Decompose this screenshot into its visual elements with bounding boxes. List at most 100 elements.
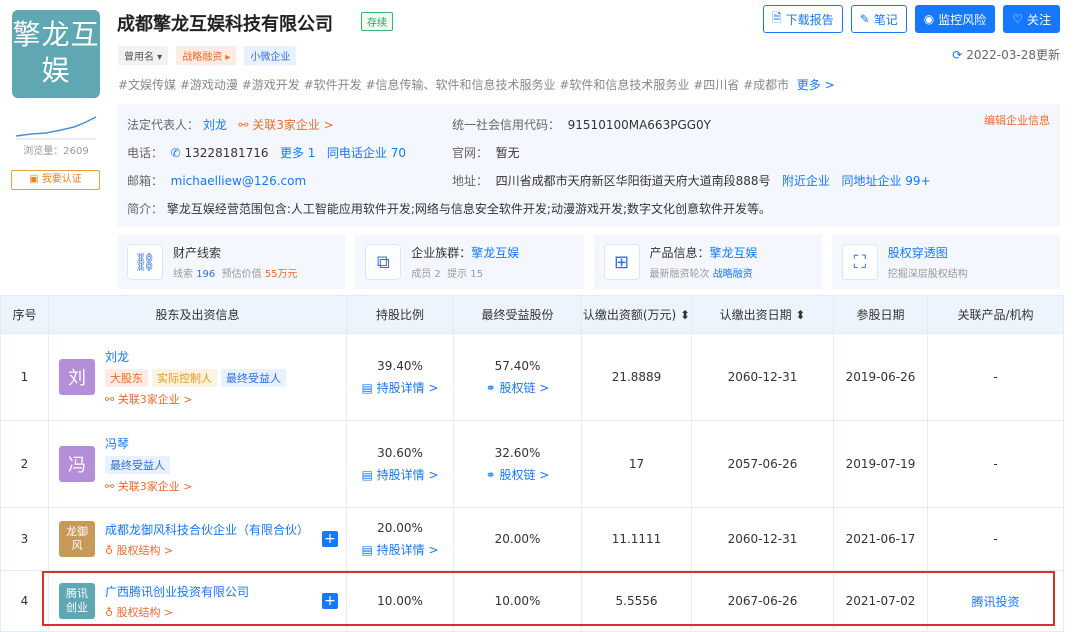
card-title-link[interactable]: 擎龙互娱 bbox=[710, 246, 758, 260]
equity-chain-link[interactable]: ⚭ 股权链 > bbox=[454, 466, 581, 483]
shareholder-name-link[interactable]: 冯琴 bbox=[105, 435, 192, 452]
follow-button[interactable]: ♡ 关注 bbox=[1003, 5, 1060, 33]
shareholder-name-link[interactable]: 刘龙 bbox=[105, 348, 286, 365]
edit-info-link[interactable]: 编辑企业信息 bbox=[984, 112, 1050, 128]
shareholder-sub-link[interactable]: ♁ 股权结构 > bbox=[105, 542, 309, 558]
refresh-icon[interactable]: ⟳ bbox=[952, 48, 962, 62]
industry-tags: #文娱传媒 #游戏动漫 #游戏开发 #软件开发 #信息传输、软件和信息技术服务业… bbox=[118, 76, 835, 93]
download-label: 下载报告 bbox=[785, 12, 834, 27]
card-sub: 预估价值 bbox=[221, 269, 262, 280]
card-title-link[interactable]: 擎龙互娱 bbox=[471, 246, 519, 260]
legal-rep-related-link[interactable]: ⚯ 关联3家企业 > bbox=[238, 118, 333, 132]
card-product-info[interactable]: ⊞ 产品信息：擎龙互娱 最新融资轮次 战略融资 bbox=[593, 235, 822, 289]
card-sub: 挖掘深层股权结构 bbox=[887, 269, 968, 280]
shareholder-tag: 实际控制人 bbox=[152, 368, 217, 387]
legal-rep-label: 法定代表人： bbox=[127, 118, 200, 132]
ratio-value: 20.00% bbox=[377, 520, 423, 535]
ratio-value: 39.40% bbox=[377, 358, 423, 373]
same-phone-link[interactable]: 同电话企业 70 bbox=[327, 146, 406, 160]
phone-row: 电话： ✆ 13228181716 更多 1 同电话企业 70 bbox=[127, 144, 406, 161]
card-sub: 最新融资轮次 bbox=[649, 269, 710, 280]
shareholder-tag: 最终受益人 bbox=[221, 368, 286, 387]
col-header: 关联产品/机构 bbox=[927, 295, 1064, 334]
card-sub: 提示 15 bbox=[447, 269, 484, 280]
address-row: 地址： 四川省成都市天府新区华阳街道天府大道南段888号 附近企业 同地址企业 … bbox=[452, 172, 931, 189]
shareholder-cell: 腾讯 创业 广西腾讯创业投资有限公司 ♁ 股权结构 > + bbox=[48, 570, 347, 632]
subscribe-date-cell: 2060-12-31 bbox=[691, 507, 834, 571]
row-number: 2 bbox=[0, 420, 49, 508]
holding-detail-link[interactable]: ▤ 持股详情 > bbox=[347, 541, 453, 558]
phone-value: 13228181716 bbox=[184, 146, 269, 160]
network-icon: ⧉ bbox=[365, 244, 402, 280]
industry-more-link[interactable]: 更多 > bbox=[797, 78, 835, 92]
heart-icon: ♡ bbox=[1012, 12, 1023, 26]
join-date-cell: 2019-07-19 bbox=[833, 420, 928, 508]
expand-plus-icon[interactable]: + bbox=[322, 593, 338, 609]
amount-cell: 11.1111 bbox=[581, 507, 692, 571]
legal-rep-related-text: 关联3家企业 > bbox=[252, 118, 334, 132]
ratio-cell: 39.40% ▤ 持股详情 > bbox=[346, 333, 454, 421]
card-equity-penetration[interactable]: ⛶ 股权穿透图 挖掘深层股权结构 bbox=[831, 235, 1060, 289]
shareholder-avatar: 腾讯 创业 bbox=[59, 583, 95, 619]
shareholder-info: 刘刘龙 大股东 实际控制人 最终受益人 ⚯ 关联3家企业 > bbox=[59, 348, 346, 407]
document-icon: 🗎 bbox=[771, 10, 782, 25]
monitor-label: 监控风险 bbox=[938, 12, 987, 27]
ratio-value: 10.00% bbox=[377, 594, 423, 608]
download-report-button[interactable]: 🗎 下载报告 bbox=[762, 5, 843, 33]
info-box: 编辑企业信息 法定代表人： 刘龙 ⚯ 关联3家企业 > 统一社会信用代码： 91… bbox=[117, 104, 1060, 226]
table-row: 2 冯冯琴 最终受益人 ⚯ 关联3家企业 > 30.60% ▤ 持股详情 > 32.60% ⚭… bbox=[0, 420, 1064, 508]
industry-tag-list[interactable]: #文娱传媒 #游戏动漫 #游戏开发 #软件开发 #信息传输、软件和信息技术服务业… bbox=[118, 78, 789, 92]
col-header-sortable[interactable]: 认缴出资额(万元) ⬍ bbox=[581, 295, 692, 334]
shareholder-cell: 刘刘龙 大股东 实际控制人 最终受益人 ⚯ 关联3家企业 > bbox=[48, 333, 347, 421]
product-cell: - bbox=[927, 420, 1064, 508]
feature-cards: ⛓ 财产线索 线索 196 预估价值 55万元 ⧉ 企业族群：擎龙互娱 成员 2… bbox=[117, 235, 1060, 289]
card-enterprise-group[interactable]: ⧉ 企业族群：擎龙互娱 成员 2 提示 15 bbox=[355, 235, 584, 289]
expand-plus-icon[interactable]: + bbox=[322, 531, 338, 547]
subscribe-date-cell: 2057-06-26 bbox=[691, 420, 834, 508]
email-link[interactable]: michaelliew@126.com bbox=[171, 174, 307, 188]
scale-tag: 小微企业 bbox=[244, 46, 297, 65]
phone-more-link[interactable]: 更多 1 bbox=[280, 146, 315, 160]
product-cell[interactable]: 腾讯投资 bbox=[927, 570, 1064, 632]
update-date-text: 2022-03-28更新 bbox=[966, 48, 1060, 62]
holding-detail-link[interactable]: ▤ 持股详情 > bbox=[347, 379, 453, 396]
financing-tag[interactable]: 战略融资 ▸ bbox=[176, 46, 237, 65]
benefit-cell: 10.00% bbox=[453, 570, 582, 632]
col-header: 股东及出资信息 bbox=[48, 295, 347, 334]
views-sparkline bbox=[16, 116, 96, 140]
equity-chain-link[interactable]: ⚭ 股权链 > bbox=[454, 379, 581, 396]
nearby-companies-link[interactable]: 附近企业 bbox=[782, 174, 830, 188]
card-property-clues[interactable]: ⛓ 财产线索 线索 196 预估价值 55万元 bbox=[117, 235, 346, 289]
shareholder-tags: 大股东 实际控制人 最终受益人 bbox=[105, 368, 286, 387]
shareholder-name-link[interactable]: 广西腾讯创业投资有限公司 bbox=[105, 583, 249, 600]
structure-icon: ♁ bbox=[105, 605, 117, 619]
intro-row: 简介： 擎龙互娱经营范围包含:人工智能应用软件开发;网络与信息安全软件开发;动漫… bbox=[127, 200, 771, 217]
shareholder-sub-text: 关联3家企业 > bbox=[117, 479, 193, 493]
amount-cell: 21.8889 bbox=[581, 333, 692, 421]
note-button[interactable]: ✎ 笔记 bbox=[850, 5, 907, 33]
ratio-cell: 20.00% ▤ 持股详情 > bbox=[346, 507, 454, 571]
toolbar: 🗎 下载报告 ✎ 笔记 ◉ 监控风险 ♡ 关注 bbox=[762, 5, 1060, 33]
monitor-risk-button[interactable]: ◉ 监控风险 bbox=[914, 5, 996, 33]
table-header: 序号 股东及出资信息 持股比例 最终受益股份 认缴出资额(万元) ⬍ 认缴出资日… bbox=[0, 295, 1064, 334]
col-header-sortable[interactable]: 认缴出资日期 ⬍ bbox=[691, 295, 834, 334]
credit-code-label: 统一社会信用代码： bbox=[452, 118, 561, 132]
card-sub: 线索 bbox=[173, 269, 193, 280]
shareholder-sub-link[interactable]: ⚯ 关联3家企业 > bbox=[105, 391, 286, 407]
shareholder-tag: 大股东 bbox=[105, 368, 148, 387]
intro-label: 简介： bbox=[127, 202, 164, 216]
claim-button[interactable]: ▣ 我要认证 bbox=[11, 170, 100, 190]
chain-icon: ⛓ bbox=[127, 244, 163, 280]
row-number: 1 bbox=[0, 333, 49, 421]
same-address-link[interactable]: 同地址企业 99+ bbox=[841, 174, 930, 188]
shareholder-sub-link[interactable]: ⚯ 关联3家企业 > bbox=[105, 478, 192, 494]
card-title: 财产线索 bbox=[173, 246, 222, 260]
shareholder-tags: 最终受益人 bbox=[105, 455, 192, 474]
company-tags: 曾用名 ▾ 战略融资 ▸ 小微企业 bbox=[118, 46, 297, 65]
holding-detail-link[interactable]: ▤ 持股详情 > bbox=[347, 466, 453, 483]
ratio-cell: 10.00% bbox=[346, 570, 454, 632]
legal-rep-link[interactable]: 刘龙 bbox=[203, 118, 227, 132]
shareholder-sub-link[interactable]: ♁ 股权结构 > bbox=[105, 604, 249, 620]
shareholder-name-link[interactable]: 成都龙御风科技合伙企业（有限合伙） bbox=[105, 521, 309, 538]
former-name-tag[interactable]: 曾用名 ▾ bbox=[118, 46, 169, 65]
